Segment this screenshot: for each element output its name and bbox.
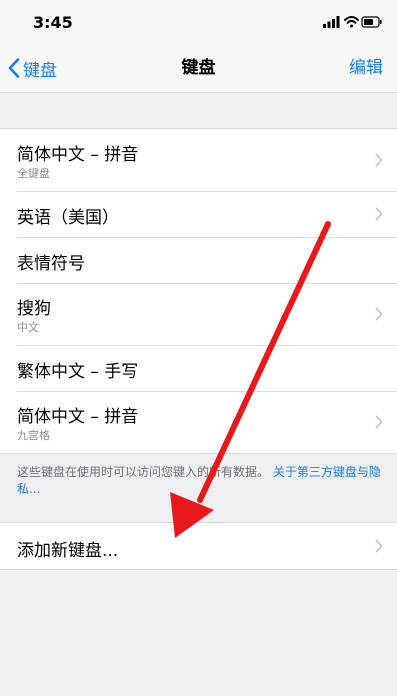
- annotation-arrow: [170, 221, 331, 538]
